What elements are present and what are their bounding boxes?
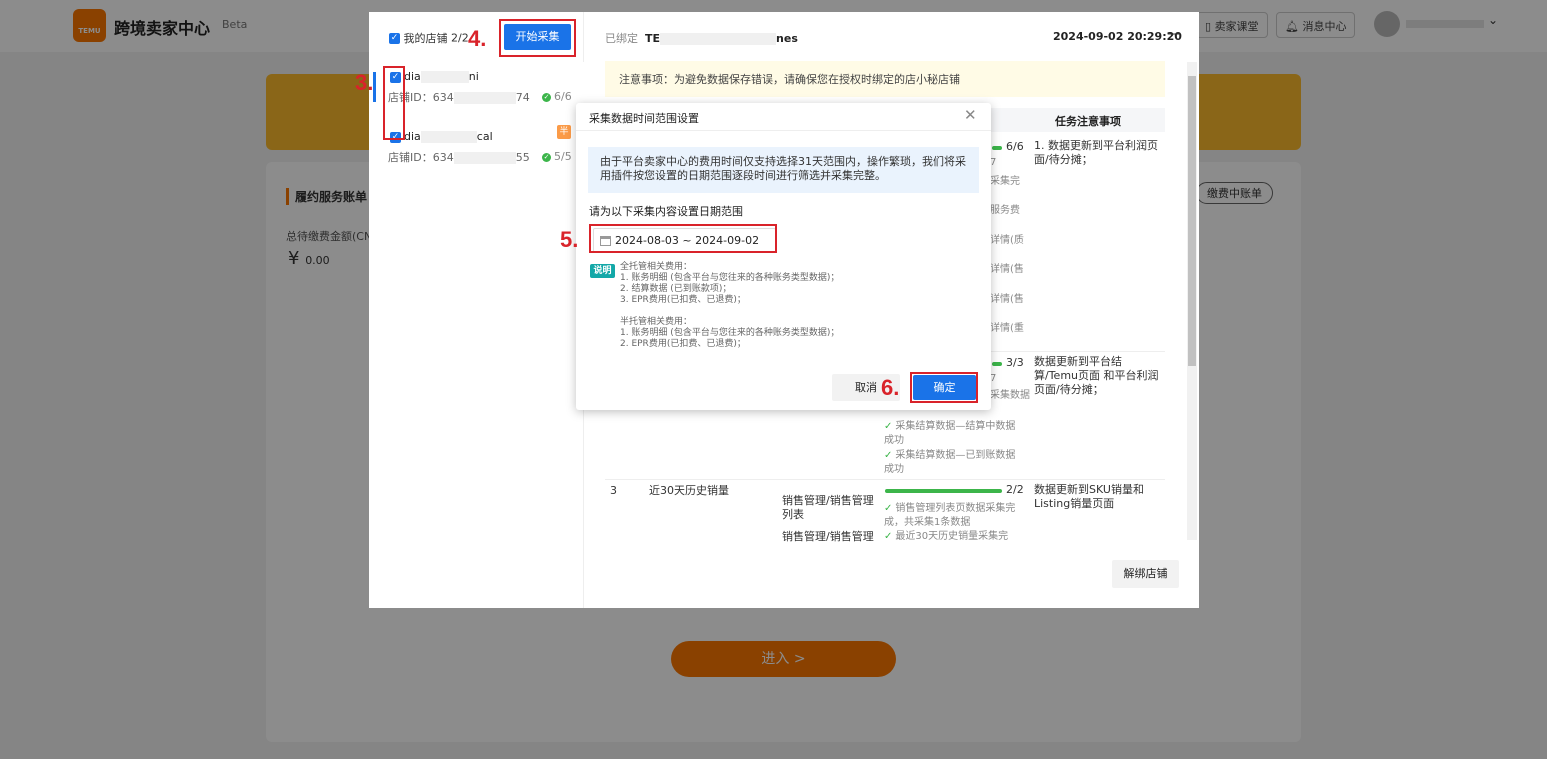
- row-task-name: 近30天历史销量: [649, 484, 729, 497]
- bound-account: 已绑定 TE nes: [605, 32, 798, 45]
- row-detail: 采集数据: [990, 390, 1030, 401]
- dialog-info: 由于平台卖家中心的费用时间仅支持选择31天范围内，操作繁琐，我们将采用插件按您设…: [588, 147, 979, 193]
- row-detail: ✓ 采集结算数据—结算中数据成功: [884, 421, 1016, 446]
- annotation-step-4: 4.: [468, 26, 487, 51]
- row-detail: 详情(质: [990, 235, 1024, 246]
- date-range-dialog: 采集数据时间范围设置 ✕ 由于平台卖家中心的费用时间仅支持选择31天范围内，操作…: [576, 103, 991, 410]
- row-note: 1. 数据更新到平台利润页面/待分摊；: [1034, 139, 1158, 166]
- notice-banner: 注意事项：为避免数据保存错误，请确保您在授权时绑定的店小秘店铺: [605, 61, 1165, 97]
- store-name: dia cal: [404, 130, 493, 143]
- store-id: 店铺ID：634 74: [388, 91, 530, 104]
- check-circle-icon: ✓: [542, 152, 551, 162]
- note-list: 全托管相关费用： 1. 账务明细 (包含平台与您往来的各种账务类型数据)； 2.…: [620, 262, 840, 349]
- my-stores-header[interactable]: ✓ 我的店铺 2/2: [389, 30, 469, 46]
- row-detail: ✓ 销售管理列表页数据采集完成，共采集1条数据: [884, 503, 1016, 528]
- progress-bar: [992, 362, 1002, 366]
- close-icon[interactable]: ✕: [964, 106, 977, 124]
- current-datetime: 2024-09-02 20:29:20: [1053, 30, 1182, 43]
- divider: [576, 130, 991, 131]
- progress-bar: [885, 489, 1002, 493]
- store-progress: ✓ 5/5: [542, 150, 572, 163]
- unbind-store-button[interactable]: 解绑店铺: [1112, 560, 1179, 588]
- row-detail: 详情(重: [990, 323, 1024, 334]
- row-module: 销售管理/销售管理: [782, 530, 874, 543]
- row-module: 销售管理/销售管理列表: [782, 494, 874, 521]
- semi-managed-badge: 半: [557, 125, 571, 139]
- dialog-title: 采集数据时间范围设置: [589, 112, 699, 125]
- row-note: 数据更新到SKU销量和Listing销量页面: [1034, 483, 1144, 510]
- row-progress: 6/6: [1006, 140, 1024, 153]
- row-progress: 3/3: [1006, 356, 1024, 369]
- row-progress: 2/2: [1006, 483, 1024, 496]
- annotation-box-3: [383, 66, 405, 140]
- vertical-scrollbar[interactable]: [1187, 62, 1197, 540]
- annotation-box-6: [910, 372, 978, 403]
- annotation-step-3: 3.: [355, 70, 374, 95]
- note-badge: 说明: [590, 264, 615, 278]
- selected-indicator: [373, 72, 376, 102]
- check-circle-icon: ✓: [542, 92, 551, 102]
- store-progress: ✓ 6/6: [542, 90, 572, 103]
- progress-bar: [992, 146, 1002, 150]
- row-detail: 详情(售: [990, 294, 1024, 305]
- row-divider: [605, 479, 1165, 480]
- scrollbar-thumb[interactable]: [1188, 76, 1196, 366]
- annotation-box-4: [499, 19, 576, 57]
- store-id: 店铺ID：634 55: [388, 151, 530, 164]
- store-name: dia ni: [404, 70, 479, 83]
- date-range-label: 请为以下采集内容设置日期范围: [589, 205, 743, 218]
- select-all-checkbox[interactable]: ✓: [389, 32, 400, 44]
- row-index: 3: [610, 484, 617, 497]
- row-note: 数据更新到平台结算/Temu页面 和平台利润页面/待分摊；: [1034, 355, 1159, 396]
- row-detail: 详情(售: [990, 264, 1024, 275]
- row-detail: ✓ 采集结算数据—已到账数据成功: [884, 450, 1016, 475]
- minimize-icon[interactable]: —: [1167, 26, 1181, 42]
- row-detail: 采集完: [990, 176, 1020, 187]
- row-detail: ✓ 最近30天历史销量采集完: [884, 531, 1009, 542]
- annotation-box-5: [589, 224, 777, 253]
- annotation-step-6: 6.: [881, 375, 900, 400]
- annotation-step-5: 5.: [560, 227, 579, 252]
- row-detail: 服务费: [990, 205, 1020, 216]
